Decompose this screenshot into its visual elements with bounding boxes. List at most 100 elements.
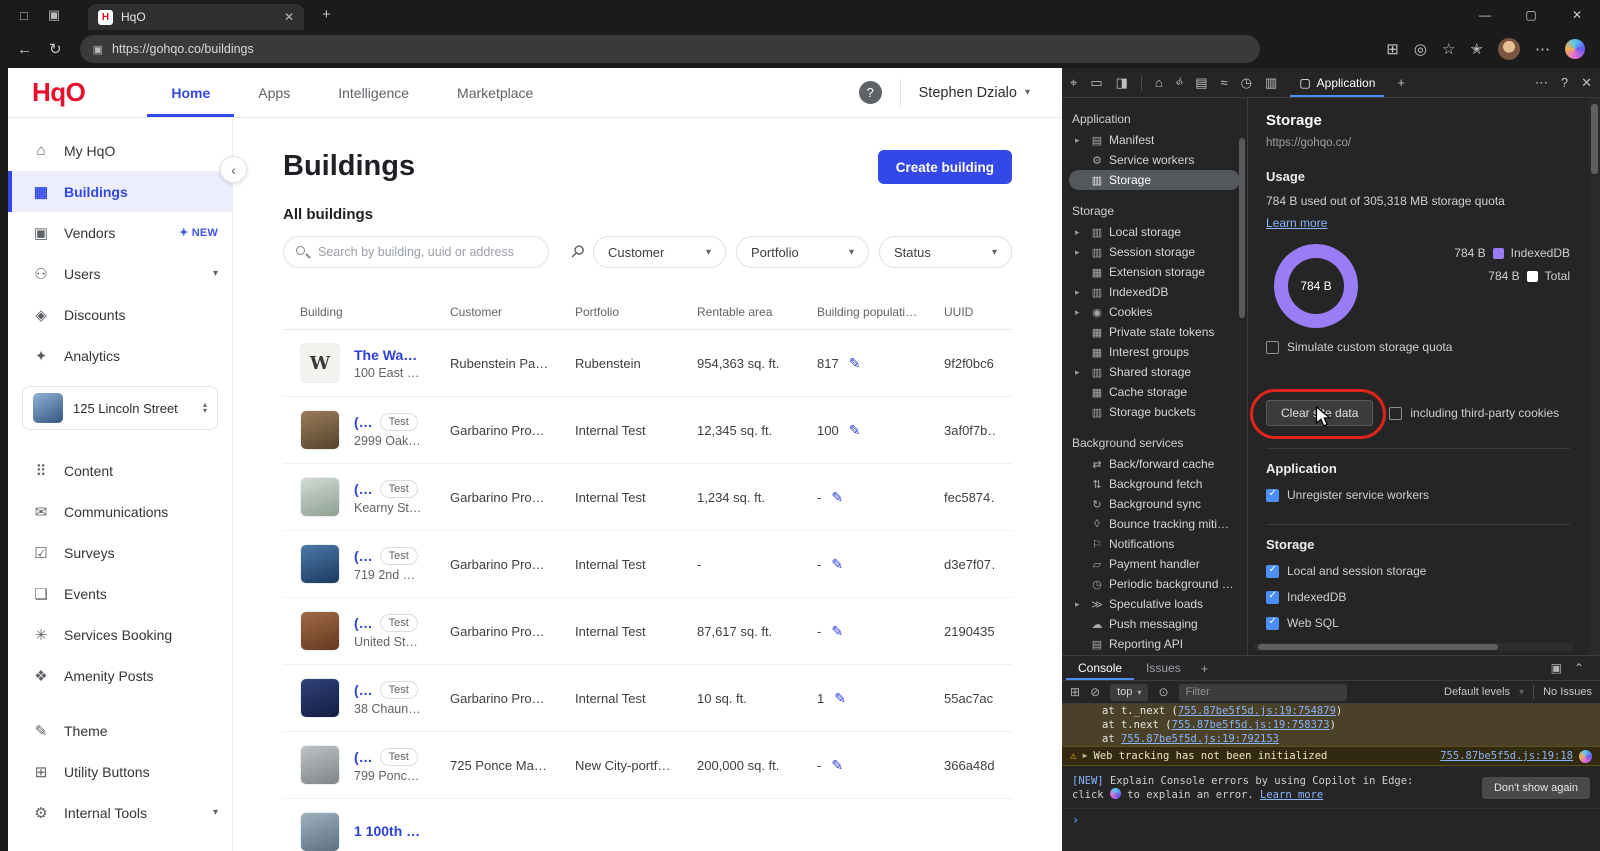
frame-context-selector[interactable]: top ▾	[1110, 683, 1149, 701]
nav-item[interactable]: Home	[147, 68, 234, 117]
expander-icon[interactable]: ▸	[1075, 307, 1085, 318]
vertical-scrollbar[interactable]	[1589, 98, 1600, 655]
profile-avatar[interactable]	[1498, 38, 1520, 60]
collections-icon[interactable]: ✭	[1470, 40, 1483, 58]
tree-item[interactable]: ▸ ▱ Payment handler	[1069, 554, 1240, 574]
new-tab-icon[interactable]: +	[322, 6, 331, 23]
edit-icon[interactable]: ✎	[831, 556, 843, 573]
sources-panel-icon[interactable]: ‹/›	[1176, 77, 1184, 88]
learn-more-link[interactable]: Learn more	[1260, 789, 1323, 801]
sidebar-item[interactable]: ▦ Buildings ▾	[8, 171, 232, 212]
sidebar-item[interactable]: ✳ Services Booking	[8, 614, 232, 655]
sidebar-item[interactable]: ⚇ Users ▾	[8, 253, 232, 294]
tree-item[interactable]: ▸ ▥ Storage buckets	[1069, 402, 1240, 422]
sidebar-item[interactable]: ▣ Vendors ✦ NEW ▾	[8, 212, 232, 253]
more-icon[interactable]: ⋯	[1535, 75, 1548, 91]
create-building-button[interactable]: Create building	[877, 150, 1012, 184]
table-row[interactable]: 1 100th … ✎	[283, 799, 1012, 851]
checkbox[interactable]	[1266, 590, 1279, 604]
filter-dropdown[interactable]: Portfolio ▾	[736, 236, 869, 268]
console-tab[interactable]: Issues	[1134, 656, 1193, 680]
horizontal-scrollbar[interactable]	[1254, 643, 1574, 651]
sidebar-item[interactable]: ✉ Communications	[8, 491, 232, 532]
tree-item[interactable]: ▸ ▥ Local storage	[1069, 222, 1240, 242]
tab-actions-icon[interactable]: ▣	[48, 7, 60, 23]
sidebar-item[interactable]: ❏ Events	[8, 573, 232, 614]
copilot-icon[interactable]	[1565, 39, 1585, 59]
pin-icon[interactable]: ⚲	[566, 241, 588, 264]
maximize-icon[interactable]: ▢	[1508, 0, 1554, 30]
favorites-star-icon[interactable]: ☆	[1442, 40, 1455, 58]
panel-checkbox[interactable]: IndexedDB	[1266, 590, 1570, 604]
hqo-logo[interactable]: HqO	[32, 77, 86, 108]
expander-icon[interactable]: ▸	[1075, 227, 1085, 238]
close-devtools-icon[interactable]: ✕	[1581, 75, 1592, 91]
sidebar-item[interactable]: ☑ Surveys	[8, 532, 232, 573]
issues-counter[interactable]: No Issues	[1543, 686, 1592, 698]
simulate-quota-checkbox[interactable]: Simulate custom storage quota	[1266, 340, 1570, 354]
third-party-cookies-checkbox[interactable]: including third-party cookies	[1389, 406, 1559, 420]
add-panel-icon[interactable]: +	[1397, 75, 1405, 90]
checkbox[interactable]	[1266, 488, 1279, 502]
tree-item[interactable]: ▸ ▦ Interest groups	[1069, 342, 1240, 362]
expander-icon[interactable]: ▸	[1075, 367, 1085, 378]
search-input[interactable]	[283, 236, 549, 268]
sidebar-item[interactable]: ✎ Theme ▾	[8, 710, 232, 751]
sidebar-collapse-button[interactable]: ‹	[220, 156, 247, 183]
expander-icon[interactable]: ▸	[1075, 599, 1085, 610]
settings-ellipsis-icon[interactable]: ⋯	[1535, 40, 1550, 58]
expander-icon[interactable]: ▸	[1075, 135, 1085, 146]
dont-show-again-button[interactable]: Don't show again	[1481, 777, 1590, 799]
back-icon[interactable]: ←	[17, 41, 32, 58]
tree-item[interactable]: ▸ ▤ Reporting API	[1069, 634, 1240, 654]
tree-item[interactable]: ▸ ▥ Session storage	[1069, 242, 1240, 262]
table-row[interactable]: (… Test 799 Ponc… 725 Ponce Ma… New City…	[283, 732, 1012, 799]
tree-item[interactable]: ▸ ↻ Background sync	[1069, 494, 1240, 514]
copilot-icon[interactable]	[1579, 749, 1592, 763]
site-info-icon[interactable]: ▣	[93, 43, 103, 56]
inspect-icon[interactable]: ⌖	[1070, 75, 1077, 91]
nav-item[interactable]: Apps	[234, 68, 314, 117]
learn-more-link[interactable]: Learn more	[1266, 216, 1327, 230]
clear-site-data-button[interactable]: Clear site data	[1266, 400, 1374, 426]
console-warning[interactable]: ⚠ ▶ Web tracking has not been initialize…	[1062, 746, 1600, 766]
essentials-icon[interactable]: ◎	[1414, 40, 1427, 58]
tree-item[interactable]: ▸ ▤ Manifest	[1069, 130, 1240, 150]
log-levels-selector[interactable]: Default levels	[1444, 686, 1510, 698]
home-panel-icon[interactable]: ⌂	[1155, 75, 1163, 90]
checkbox[interactable]	[1266, 564, 1279, 578]
sidebar-item[interactable]: ⊞ Utility Buttons ▾	[8, 751, 232, 792]
edit-icon[interactable]: ✎	[849, 422, 861, 439]
performance-panel-icon[interactable]: ◷	[1241, 75, 1252, 91]
expander-icon[interactable]: ▸	[1075, 247, 1085, 258]
network-panel-icon[interactable]: ≈	[1221, 75, 1228, 90]
user-menu[interactable]: Stephen Dzialo ▾	[919, 85, 1038, 101]
tree-item[interactable]: ▸ ⇄ Back/forward cache	[1069, 454, 1240, 474]
edit-icon[interactable]: ✎	[834, 690, 846, 707]
checkbox[interactable]	[1266, 340, 1279, 354]
table-row[interactable]: (… Test United St… Garbarino Pro… Intern…	[283, 598, 1012, 665]
tree-item[interactable]: ▸ ▦ Cache storage	[1069, 382, 1240, 402]
panel-checkbox[interactable]: Web SQL	[1266, 616, 1570, 630]
sidebar-item[interactable]: ❖ Amenity Posts	[8, 655, 232, 696]
console-filter-input[interactable]	[1178, 683, 1347, 701]
clear-console-icon[interactable]: ⊘	[1090, 685, 1100, 699]
tab-application[interactable]: ▢ Application	[1290, 68, 1384, 97]
edit-icon[interactable]: ✎	[831, 757, 843, 774]
sidebar-item[interactable]: ⚙ Internal Tools ▾	[8, 792, 232, 833]
sidebar-item[interactable]: ◈ Discounts ▾	[8, 294, 232, 335]
tree-item[interactable]: ▸ ◉ Cookies	[1069, 302, 1240, 322]
minimize-icon[interactable]: —	[1462, 0, 1508, 30]
tree-item[interactable]: ▸ ▦ Private state tokens	[1069, 322, 1240, 342]
building-name-link[interactable]: (…	[354, 682, 373, 698]
source-link[interactable]: 755.87be5f5d.js:19:754879	[1178, 705, 1336, 717]
expand-icon[interactable]: ▶	[1083, 749, 1088, 763]
tree-item[interactable]: ▸ ≫ Speculative loads	[1069, 594, 1240, 614]
building-name-link[interactable]: The Wa…	[354, 347, 417, 363]
expander-icon[interactable]: ▸	[1075, 287, 1085, 298]
source-link[interactable]: 755.87be5f5d.js:19:792153	[1121, 733, 1279, 745]
expand-console-icon[interactable]: ⌃	[1574, 661, 1584, 675]
tree-scrollbar[interactable]	[1239, 138, 1245, 318]
source-link[interactable]: 755.87be5f5d.js:19:758373	[1172, 719, 1330, 731]
edit-icon[interactable]: ✎	[831, 489, 843, 506]
